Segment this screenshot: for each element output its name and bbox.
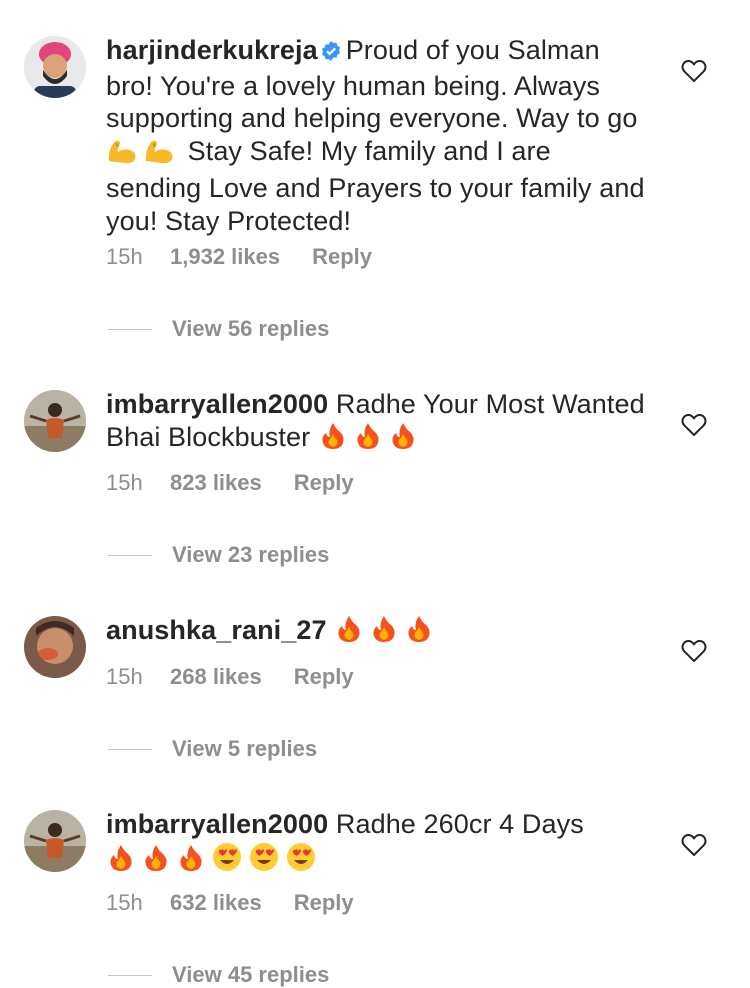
view-replies-button[interactable]: View 5 replies	[108, 736, 317, 762]
timestamp: 15h	[106, 890, 143, 915]
reply-button[interactable]: Reply	[294, 890, 354, 916]
likes-count[interactable]: 632 likes	[170, 890, 262, 916]
like-heart-icon[interactable]	[681, 833, 707, 857]
heart-eyes-icon	[285, 841, 317, 881]
timestamp: 15h	[106, 664, 143, 689]
flexed-biceps-icon	[143, 137, 175, 173]
comment-meta: 15h 823 likes Reply	[106, 470, 354, 496]
heart-eyes-icon	[248, 841, 280, 881]
reply-button[interactable]: Reply	[312, 244, 372, 270]
comment-body: Radhe 260cr 4 Days	[335, 809, 584, 839]
divider-line	[108, 974, 152, 976]
username[interactable]: imbarryallen2000	[106, 389, 328, 419]
fire-icon	[369, 614, 399, 652]
view-replies-label: View 56 replies	[172, 316, 330, 341]
like-heart-icon[interactable]	[681, 639, 707, 663]
fire-icon	[318, 421, 348, 459]
reply-button[interactable]: Reply	[294, 470, 354, 496]
fire-icon	[353, 421, 383, 459]
username[interactable]: imbarryallen2000	[106, 809, 328, 839]
timestamp: 15h	[106, 470, 143, 495]
fire-icon	[334, 614, 364, 652]
username[interactable]: harjinderkukreja	[106, 35, 318, 65]
comment-text: anushka_rani_27	[106, 614, 646, 652]
avatar[interactable]	[24, 390, 86, 452]
fire-icon	[404, 614, 434, 652]
flexed-biceps-icon	[106, 137, 138, 173]
reply-button[interactable]: Reply	[294, 664, 354, 690]
timestamp: 15h	[106, 244, 143, 269]
view-replies-label: View 23 replies	[172, 542, 330, 567]
view-replies-button[interactable]: View 45 replies	[108, 962, 329, 988]
likes-count[interactable]: 268 likes	[170, 664, 262, 690]
fire-icon	[388, 421, 418, 459]
fire-icon	[141, 843, 171, 881]
comment-text: harjinderkukreja Proud of you Salman bro!…	[106, 34, 646, 237]
comment-text: imbarryallen2000 Radhe Your Most Wanted …	[106, 388, 646, 458]
username[interactable]: anushka_rani_27	[106, 615, 327, 645]
view-replies-label: View 5 replies	[172, 736, 318, 761]
view-replies-button[interactable]: View 56 replies	[108, 316, 329, 342]
comment-body-continued: Stay Safe! My family and I are sending L…	[106, 135, 645, 236]
view-replies-button[interactable]: View 23 replies	[108, 542, 329, 568]
avatar[interactable]	[24, 36, 86, 98]
divider-line	[108, 748, 152, 750]
like-heart-icon[interactable]	[681, 413, 707, 437]
verified-badge-icon	[320, 37, 342, 70]
view-replies-label: View 45 replies	[172, 962, 330, 987]
comment-meta: 15h 1,932 likes Reply	[106, 244, 372, 270]
divider-line	[108, 554, 152, 556]
comment-text: imbarryallen2000 Radhe 260cr 4 Days	[106, 808, 646, 880]
like-heart-icon[interactable]	[681, 59, 707, 83]
fire-icon	[176, 843, 206, 881]
comment-meta: 15h 632 likes Reply	[106, 890, 354, 916]
fire-icon	[106, 843, 136, 881]
heart-eyes-icon	[211, 841, 243, 881]
likes-count[interactable]: 823 likes	[170, 470, 262, 496]
avatar[interactable]	[24, 810, 86, 872]
likes-count[interactable]: 1,932 likes	[170, 244, 280, 270]
divider-line	[108, 328, 152, 330]
comment-meta: 15h 268 likes Reply	[106, 664, 354, 690]
avatar[interactable]	[24, 616, 86, 678]
